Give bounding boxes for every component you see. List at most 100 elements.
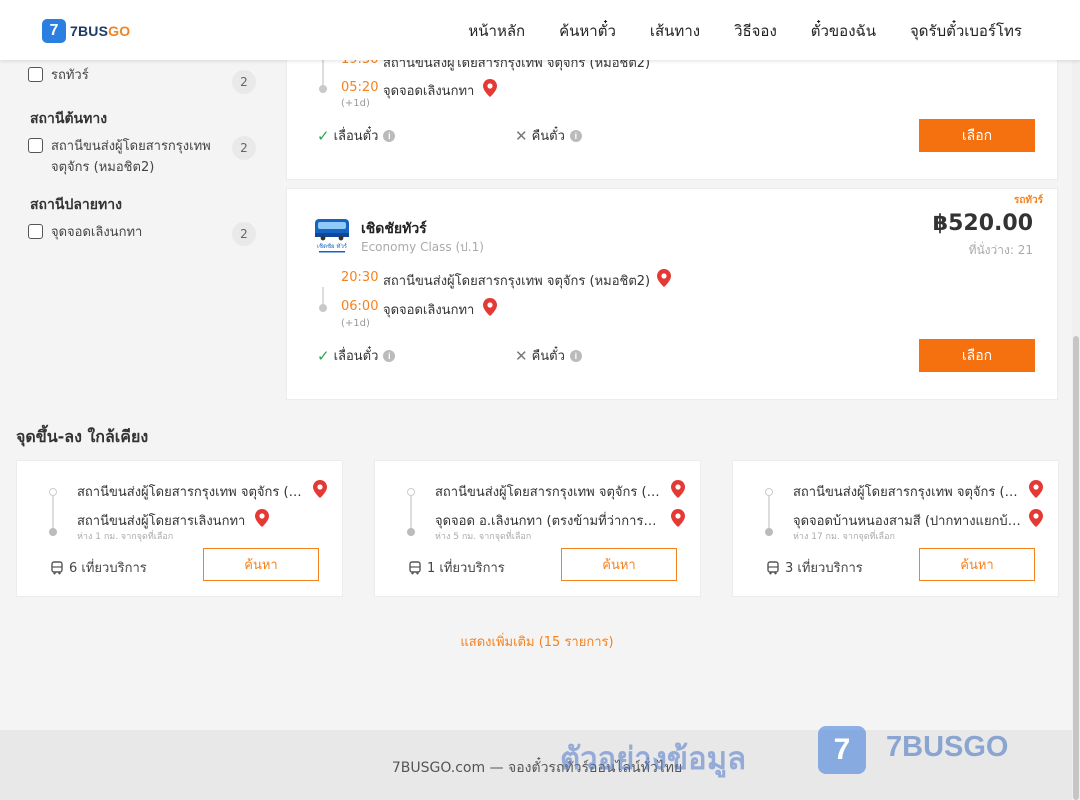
map-pin-icon[interactable] bbox=[671, 509, 685, 527]
bus-icon bbox=[409, 560, 421, 574]
trip-count: 6 เที่ยวบริการ bbox=[50, 557, 147, 578]
filter-label: รถทัวร์ bbox=[51, 68, 89, 83]
nav-ticket-pickup[interactable]: จุดรับตั๋วเบอร์โทร bbox=[910, 19, 1022, 43]
select-trip-button[interactable]: เลือก bbox=[919, 119, 1035, 152]
change-ticket-policy: ✓ เลื่อนตั๋ว i bbox=[317, 125, 396, 146]
destination-dot bbox=[49, 528, 57, 536]
map-pin-icon[interactable] bbox=[255, 509, 269, 527]
arrival-dot bbox=[319, 85, 327, 93]
nav-how-to-book[interactable]: วิธีจอง bbox=[734, 19, 777, 43]
select-trip-button[interactable]: เลือก bbox=[919, 339, 1035, 372]
nearby-destination: จุดจอด อ.เลิงนกทา (ตรงข้ามที่ว่าการอำเภอ… bbox=[435, 514, 663, 529]
destination-filter-title: สถานีปลายทาง bbox=[30, 197, 122, 213]
check-icon: ✓ bbox=[317, 346, 330, 365]
departure-stop: สถานีขนส่งผู้โดยสารกรุงเทพ จตุจักร (หมอช… bbox=[383, 274, 651, 289]
next-day-note: (+1d) bbox=[341, 318, 370, 329]
nav-routes[interactable]: เส้นทาง bbox=[650, 19, 700, 43]
bus-icon bbox=[767, 560, 779, 574]
arrival-stop: จุดจอดเลิงนกทา bbox=[383, 303, 475, 318]
svg-text:เชิดชัย ทัวร์: เชิดชัย ทัวร์ bbox=[317, 242, 348, 250]
ticket-price: ฿520.00 bbox=[932, 211, 1033, 236]
arrival-time: 05:20 bbox=[341, 80, 379, 95]
filter-origin-station[interactable]: สถานีขนส่งผู้โดยสารกรุงเทพ จตุจักร (หมอช… bbox=[28, 136, 256, 178]
filter-count-badge: 2 bbox=[232, 136, 256, 160]
nearby-route-card: สถานีขนส่งผู้โดยสารกรุงเทพ จตุจักร (หมอช… bbox=[374, 460, 701, 597]
trip-card: รถทัวร์ เชิดชัย ทัวร์ เชิดชัยทัวร์ Econo… bbox=[286, 188, 1058, 400]
arrival-dot bbox=[319, 304, 327, 312]
watermark-logo: 7 bbox=[818, 726, 866, 774]
origin-dot bbox=[765, 488, 773, 496]
info-icon[interactable]: i bbox=[383, 349, 396, 362]
bus-class: Economy Class (ป.1) bbox=[361, 240, 484, 254]
destination-dot bbox=[407, 528, 415, 536]
nearby-search-button[interactable]: ค้นหา bbox=[561, 548, 677, 581]
origin-dot bbox=[49, 488, 57, 496]
route-line bbox=[52, 496, 54, 530]
map-pin-icon[interactable] bbox=[1029, 509, 1043, 527]
filter-count-badge: 2 bbox=[232, 222, 256, 246]
trip-count: 1 เที่ยวบริการ bbox=[408, 557, 505, 578]
cross-icon: ✕ bbox=[515, 346, 528, 365]
map-pin-icon[interactable] bbox=[483, 79, 497, 97]
nearby-distance: ห่าง 1 กม. จากจุดที่เลือก bbox=[77, 532, 174, 542]
nearby-search-button[interactable]: ค้นหา bbox=[919, 548, 1035, 581]
filter-bus-type-tour[interactable]: รถทัวร์ 2 bbox=[28, 65, 256, 94]
filter-label: จุดจอดเลิงนกทา bbox=[51, 225, 143, 240]
check-icon: ✓ bbox=[317, 126, 330, 145]
checkbox[interactable] bbox=[28, 67, 43, 82]
nearby-stops-title: จุดขึ้น-ลง ใกล้เคียง bbox=[16, 427, 149, 446]
nearby-origin: สถานีขนส่งผู้โดยสารกรุงเทพ จตุจักร (หมอช… bbox=[77, 485, 309, 500]
origin-filter-title: สถานีต้นทาง bbox=[30, 111, 108, 127]
nearby-destination: จุดจอดบ้านหนองสามสี (ปากทางแยกบ้าน) bbox=[793, 514, 1021, 529]
map-pin-icon[interactable] bbox=[313, 480, 327, 498]
watermark-brand: 7BUSGO bbox=[886, 731, 1009, 763]
info-icon[interactable]: i bbox=[569, 129, 582, 142]
nav-home[interactable]: หน้าหลัก bbox=[468, 19, 525, 43]
trip-count: 3 เที่ยวบริการ bbox=[766, 557, 863, 578]
nearby-destination: สถานีขนส่งผู้โดยสารเลิงนกทา bbox=[77, 514, 246, 529]
checkbox[interactable] bbox=[28, 224, 43, 239]
filter-destination-station[interactable]: จุดจอดเลิงนกทา 2 bbox=[28, 222, 256, 246]
route-line bbox=[322, 59, 324, 87]
arrival-stop: จุดจอดเลิงนกทา bbox=[383, 84, 475, 99]
nearby-distance: ห่าง 5 กม. จากจุดที่เลือก bbox=[435, 532, 532, 542]
info-icon[interactable]: i bbox=[383, 129, 396, 142]
main-nav: หน้าหลัก ค้นหาตั๋ว เส้นทาง วิธีจอง ตั๋วข… bbox=[434, 19, 1022, 43]
map-pin-icon[interactable] bbox=[671, 480, 685, 498]
cross-icon: ✕ bbox=[515, 126, 528, 145]
show-more-link[interactable]: แสดงเพิ่มเติม (15 รายการ) bbox=[0, 631, 1074, 652]
nav-search-tickets[interactable]: ค้นหาตั๋ว bbox=[559, 19, 616, 43]
origin-dot bbox=[407, 488, 415, 496]
nav-my-tickets[interactable]: ตั๋วของฉัน bbox=[811, 19, 876, 43]
refund-ticket-policy: ✕ คืนตั๋ว i bbox=[515, 345, 582, 366]
bus-icon bbox=[51, 560, 63, 574]
route-line bbox=[410, 496, 412, 530]
nearby-origin: สถานีขนส่งผู้โดยสารกรุงเทพ จตุจักร (หมอช… bbox=[435, 485, 667, 500]
next-day-note: (+1d) bbox=[341, 98, 370, 109]
logo-mark: 7 bbox=[42, 19, 66, 43]
checkbox[interactable] bbox=[28, 138, 43, 153]
destination-dot bbox=[765, 528, 773, 536]
filter-count-badge: 2 bbox=[232, 70, 256, 94]
bus-type-tag: รถทัวร์ bbox=[1013, 195, 1043, 206]
trip-card: 19:30 สถานีขนส่งผู้โดยสารกรุงเทพ จตุจักร… bbox=[286, 40, 1058, 180]
seats-available: ที่นั่งว่าง: 21 bbox=[968, 243, 1033, 257]
top-header: 7 7BUSGO หน้าหลัก ค้นหาตั๋ว เส้นทาง วิธี… bbox=[0, 0, 1080, 60]
change-ticket-policy: ✓ เลื่อนตั๋ว i bbox=[317, 345, 396, 366]
map-pin-icon[interactable] bbox=[1029, 480, 1043, 498]
operator-name: เชิดชัยทัวร์ bbox=[361, 221, 427, 237]
filter-label: สถานีขนส่งผู้โดยสารกรุงเทพ จตุจักร (หมอช… bbox=[51, 139, 211, 175]
nearby-search-button[interactable]: ค้นหา bbox=[203, 548, 319, 581]
scrollbar-thumb[interactable] bbox=[1073, 336, 1079, 800]
site-logo[interactable]: 7 7BUSGO bbox=[42, 18, 130, 44]
route-line bbox=[322, 287, 324, 305]
map-pin-icon[interactable] bbox=[483, 298, 497, 316]
refund-ticket-policy: ✕ คืนตั๋ว i bbox=[515, 125, 582, 146]
route-line bbox=[768, 496, 770, 530]
arrival-time: 06:00 bbox=[341, 299, 379, 314]
departure-time: 20:30 bbox=[341, 270, 379, 285]
nearby-route-card: สถานีขนส่งผู้โดยสารกรุงเทพ จตุจักร (หมอช… bbox=[16, 460, 343, 597]
nearby-distance: ห่าง 17 กม. จากจุดที่เลือก bbox=[793, 532, 895, 542]
info-icon[interactable]: i bbox=[569, 349, 582, 362]
map-pin-icon[interactable] bbox=[657, 269, 671, 287]
